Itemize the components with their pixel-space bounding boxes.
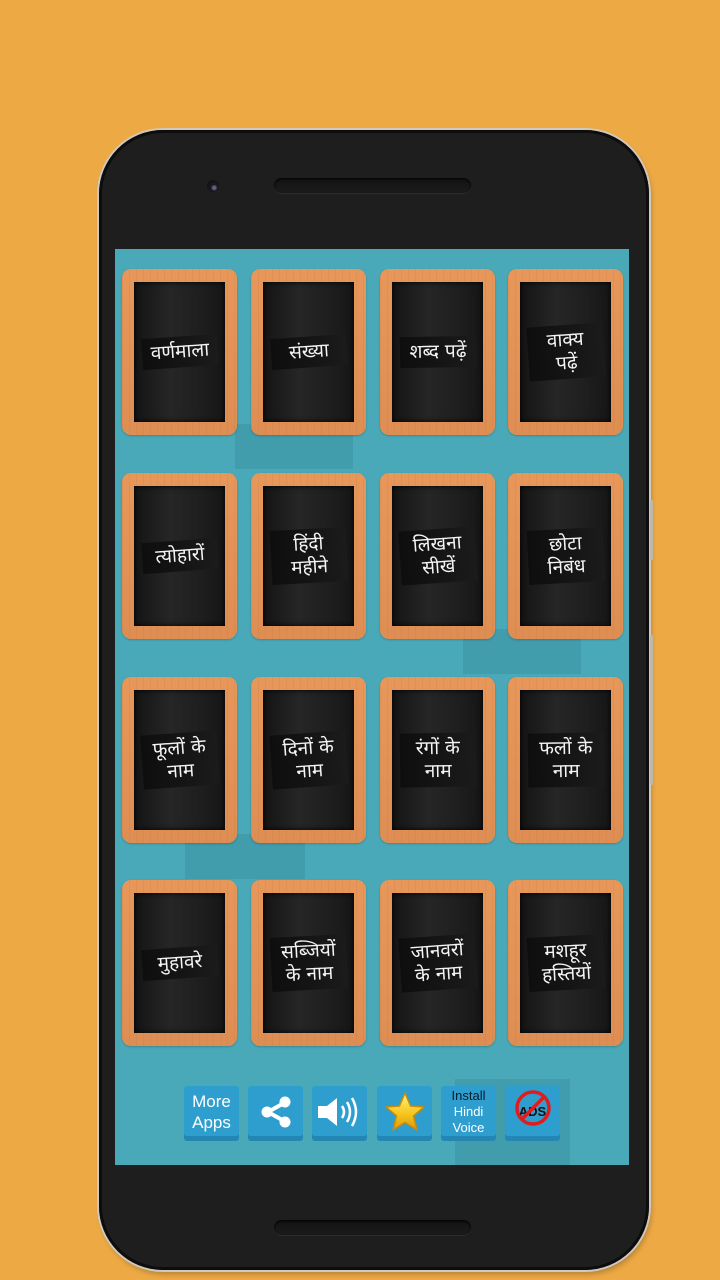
install-line1: Install bbox=[451, 1087, 486, 1103]
more-apps-button[interactable]: More Apps bbox=[184, 1086, 239, 1141]
bottom-speaker bbox=[274, 1220, 471, 1235]
remove-ads-button[interactable]: ADS bbox=[505, 1086, 560, 1141]
star-icon bbox=[384, 1091, 425, 1131]
volume-button bbox=[650, 500, 653, 560]
menu-item-numbers[interactable]: संख्या bbox=[251, 269, 366, 435]
menu-item-flower-names[interactable]: फूलों के नाम bbox=[122, 677, 237, 843]
front-camera bbox=[207, 180, 219, 192]
menu-item-label: वर्णमाला bbox=[140, 333, 219, 371]
menu-item-fruit-names[interactable]: फलों के नाम bbox=[508, 677, 623, 843]
menu-item-label: वाक्य पढ़ें bbox=[525, 322, 606, 382]
menu-item-label: दिनों के नाम bbox=[268, 730, 349, 790]
menu-item-label: शब्द पढ़ें bbox=[399, 335, 476, 369]
share-button[interactable] bbox=[248, 1086, 303, 1141]
no-ads-icon: ADS bbox=[513, 1089, 553, 1132]
share-icon bbox=[261, 1096, 290, 1127]
menu-item-famous-people[interactable]: मशहूर हस्तियों bbox=[508, 880, 623, 1046]
menu-item-hindi-months[interactable]: हिंदी महीने bbox=[251, 473, 366, 639]
menu-item-label: मशहूर हस्तियों bbox=[526, 934, 605, 992]
speaker-icon bbox=[317, 1096, 357, 1127]
menu-item-label: फलों के नाम bbox=[527, 732, 604, 788]
menu-item-label: मुहावरे bbox=[140, 944, 219, 982]
rate-button[interactable] bbox=[377, 1086, 432, 1141]
menu-item-read-sentences[interactable]: वाक्य पढ़ें bbox=[508, 269, 623, 435]
menu-item-label: फूलों के नाम bbox=[139, 730, 220, 790]
menu-item-idioms[interactable]: मुहावरे bbox=[122, 880, 237, 1046]
menu-item-label: छोटा निबंध bbox=[526, 527, 605, 585]
menu-item-animal-names[interactable]: जानवरों के नाम bbox=[380, 880, 495, 1046]
menu-item-label: संख्या bbox=[269, 333, 348, 371]
menu-item-label: त्योहारों bbox=[140, 537, 219, 575]
menu-item-vegetable-names[interactable]: सब्जियों के नाम bbox=[251, 880, 366, 1046]
menu-item-color-names[interactable]: रंगों के नाम bbox=[380, 677, 495, 843]
menu-item-learn-writing[interactable]: लिखना सीखें bbox=[380, 473, 495, 639]
more-apps-line2: Apps bbox=[192, 1112, 231, 1132]
install-line2: Hindi bbox=[453, 1103, 484, 1119]
menu-item-alphabet[interactable]: वर्णमाला bbox=[122, 269, 237, 435]
menu-item-label: जानवरों के नाम bbox=[397, 933, 478, 993]
menu-item-label: लिखना सीखें bbox=[397, 526, 478, 586]
more-apps-line1: More bbox=[192, 1091, 231, 1111]
menu-item-day-names[interactable]: दिनों के नाम bbox=[251, 677, 366, 843]
menu-item-label: रंगों के नाम bbox=[399, 732, 476, 788]
install-line3: Voice bbox=[452, 1119, 485, 1135]
sound-button[interactable] bbox=[312, 1086, 367, 1141]
menu-item-short-essay[interactable]: छोटा निबंध bbox=[508, 473, 623, 639]
menu-item-read-words[interactable]: शब्द पढ़ें bbox=[380, 269, 495, 435]
menu-item-label: सब्जियों के नाम bbox=[269, 934, 348, 992]
power-button bbox=[650, 635, 653, 785]
menu-item-festivals[interactable]: त्योहारों bbox=[122, 473, 237, 639]
menu-item-label: हिंदी महीने bbox=[269, 527, 348, 585]
install-hindi-voice-button[interactable]: Install Hindi Voice bbox=[441, 1086, 496, 1141]
earpiece-speaker bbox=[274, 178, 471, 193]
